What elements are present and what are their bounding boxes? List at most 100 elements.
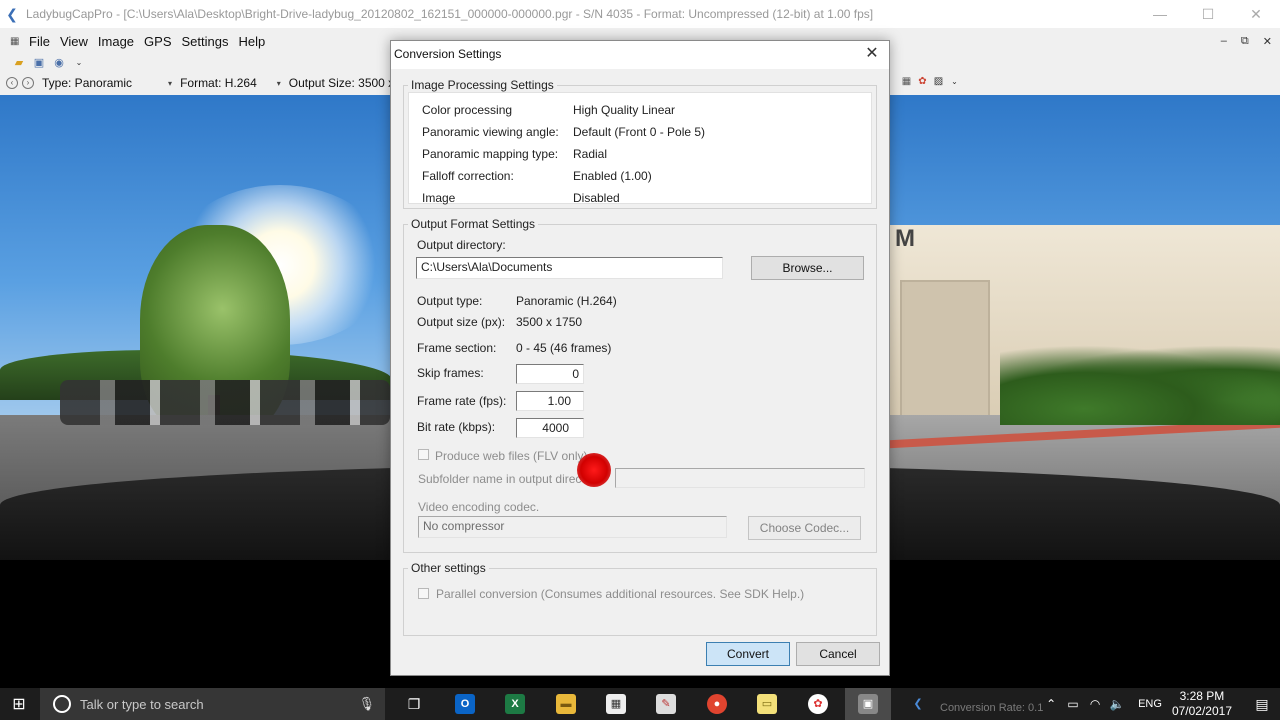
- viewing-angle-label: Panoramic viewing angle:: [422, 125, 559, 139]
- menu-image[interactable]: Image: [93, 34, 139, 49]
- toolbar-right-icons: ▦ ✿ ▨ ⌄: [900, 75, 961, 88]
- image-label: Image: [422, 191, 456, 205]
- output-format-title: Output Format Settings: [408, 217, 539, 231]
- output-directory-input[interactable]: C:\Users\Ala\Documents: [416, 257, 723, 279]
- codec-input[interactable]: No compressor: [418, 516, 727, 538]
- falloff-value: Enabled (1.00): [573, 169, 652, 183]
- parallel-conversion-checkbox[interactable]: [418, 588, 429, 599]
- other-settings-title: Other settings: [408, 561, 489, 575]
- subfolder-input[interactable]: [615, 468, 865, 488]
- clock-date: 07/02/2017: [1171, 704, 1232, 718]
- produce-web-checkbox[interactable]: [418, 449, 429, 460]
- skip-frames-label: Skip frames:: [417, 366, 484, 380]
- format-dropdown-arrow-icon[interactable]: ▾: [277, 79, 281, 88]
- frame-rate-input[interactable]: 1.00: [516, 391, 584, 411]
- bit-rate-input[interactable]: 4000: [516, 418, 584, 438]
- wifi-icon[interactable]: ◠: [1084, 697, 1106, 711]
- menu-gps[interactable]: GPS: [139, 34, 176, 49]
- menu-help[interactable]: Help: [234, 34, 271, 49]
- chrome-icon[interactable]: ●: [694, 688, 740, 720]
- dialog-close-icon[interactable]: ✕: [863, 44, 881, 64]
- image-value: Disabled: [573, 191, 620, 205]
- building-entrance: [900, 280, 990, 420]
- output-type-label: Output type:: [417, 294, 483, 308]
- microphone-icon[interactable]: 🎙: [358, 696, 375, 712]
- mdi-restore-button[interactable]: ⧉: [1241, 35, 1249, 48]
- system-tray: ⌃ ▭ ◠ 🔈 ENG 3:28 PM 07/02/2017 ▤: [1040, 688, 1280, 720]
- minimize-button[interactable]: —: [1136, 0, 1184, 28]
- mdi-close-button[interactable]: ✕: [1263, 35, 1272, 48]
- network-icon[interactable]: ▭: [1062, 697, 1084, 711]
- menu-view[interactable]: View: [55, 34, 93, 49]
- close-button[interactable]: ✕: [1232, 0, 1280, 28]
- type-dropdown-arrow-icon[interactable]: ▾: [168, 79, 172, 88]
- dropdown-arrow-icon[interactable]: ⌄: [72, 56, 86, 70]
- mdi-controls: ‒ ⧉ ✕: [1221, 30, 1272, 52]
- taskbar-search[interactable]: Talk or type to search 🎙: [40, 688, 385, 720]
- calculator-icon[interactable]: ▦: [593, 688, 639, 720]
- output-size-label: Output size (px):: [417, 315, 506, 329]
- windows-start-icon[interactable]: ⊞: [0, 688, 38, 720]
- browse-button[interactable]: Browse...: [751, 256, 864, 280]
- color-wheel-icon[interactable]: ✿: [916, 75, 929, 88]
- clock[interactable]: 3:28 PM 07/02/2017: [1172, 689, 1232, 719]
- chevron-up-icon[interactable]: ⌃: [1040, 697, 1062, 711]
- frame-section-label: Frame section:: [417, 341, 497, 355]
- ladybug-app-taskbar-icon[interactable]: ❮: [895, 688, 941, 720]
- cancel-button[interactable]: Cancel: [796, 642, 880, 666]
- volume-icon[interactable]: 🔈: [1106, 697, 1128, 711]
- mdi-minimize-button[interactable]: ‒: [1221, 35, 1227, 47]
- grid-icon[interactable]: ▦: [900, 75, 913, 88]
- mapping-type-label: Panoramic mapping type:: [422, 147, 559, 161]
- language-indicator[interactable]: ENG: [1138, 698, 1162, 710]
- dropdown-arrow-icon[interactable]: ⌄: [948, 75, 961, 88]
- output-format-group: Output Format Settings Output directory:…: [403, 217, 877, 553]
- convert-button[interactable]: Convert: [706, 642, 790, 666]
- excel-icon[interactable]: X: [492, 688, 538, 720]
- app-titlebar: ❮ LadybugCapPro - [C:\Users\Ala\Desktop\…: [0, 0, 1280, 28]
- other-settings-group: Other settings Parallel conversion (Cons…: [403, 561, 877, 636]
- globe-icon[interactable]: ◉: [52, 56, 66, 70]
- viewing-angle-value: Default (Front 0 - Pole 5): [573, 125, 706, 139]
- color-wheel-app-icon[interactable]: ✿: [795, 688, 841, 720]
- windows-taskbar: ⊞ Talk or type to search 🎙 ❐ O X ▬ ▦ ✎ ●…: [0, 688, 1280, 720]
- parallel-conversion-label: Parallel conversion (Consumes additional…: [436, 587, 805, 601]
- color-processing-label: Color processing: [422, 103, 513, 117]
- type-select[interactable]: Type: Panoramic: [42, 76, 132, 90]
- choose-codec-button[interactable]: Choose Codec...: [748, 516, 861, 540]
- color-processing-value: High Quality Linear: [573, 103, 676, 117]
- mouse-cursor-highlight: [577, 453, 611, 487]
- prev-icon[interactable]: ‹: [6, 77, 18, 89]
- conversion-rate-status: Conversion Rate: 0.1: [940, 702, 1044, 714]
- image-icon[interactable]: ▨: [932, 75, 945, 88]
- skip-frames-input[interactable]: 0: [516, 364, 584, 384]
- open-folder-icon[interactable]: ▰: [12, 56, 26, 70]
- image-processing-group: Image Processing Settings Color processi…: [403, 78, 877, 209]
- ladybugcappro-taskbar-icon[interactable]: ▣: [845, 688, 891, 720]
- menu-settings[interactable]: Settings: [177, 34, 234, 49]
- sticky-notes-icon[interactable]: ▭: [744, 688, 790, 720]
- output-size-select[interactable]: Output Size: 3500 x: [289, 76, 394, 90]
- task-view-icon[interactable]: ❐: [391, 688, 437, 720]
- conversion-settings-dialog: Conversion Settings ✕ Image Processing S…: [390, 40, 890, 676]
- document-icon: ▦: [10, 35, 20, 47]
- next-icon[interactable]: ›: [22, 77, 34, 89]
- cortana-icon: [53, 695, 71, 713]
- parked-cars: [60, 380, 390, 425]
- maximize-button[interactable]: ☐: [1184, 0, 1232, 28]
- output-type-value: Panoramic (H.264): [516, 294, 617, 308]
- window-controls: — ☐ ✕: [1136, 0, 1280, 28]
- dialog-title: Conversion Settings: [394, 47, 502, 61]
- image-processing-list: Color processing High Quality Linear Pan…: [408, 92, 872, 205]
- outlook-icon[interactable]: O: [442, 688, 488, 720]
- file-explorer-icon[interactable]: ▬: [543, 688, 589, 720]
- codec-label: Video encoding codec.: [418, 500, 540, 514]
- search-placeholder: Talk or type to search: [80, 696, 204, 712]
- action-center-icon[interactable]: ▤: [1244, 696, 1280, 713]
- paint-icon[interactable]: ✎: [643, 688, 689, 720]
- mapping-type-value: Radial: [573, 147, 608, 161]
- format-select[interactable]: Format: H.264: [180, 76, 257, 90]
- frame-rate-label: Frame rate (fps):: [417, 394, 507, 408]
- menu-file[interactable]: File: [24, 34, 55, 49]
- save-icon[interactable]: ▣: [32, 56, 46, 70]
